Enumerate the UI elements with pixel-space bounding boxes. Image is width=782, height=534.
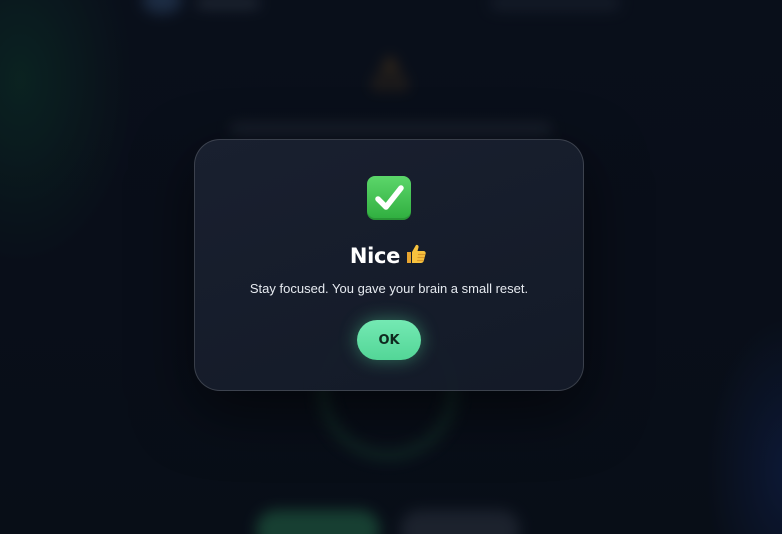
dialog-message: Stay focused. You gave your brain a smal… (249, 281, 529, 296)
thumbs-up-icon (404, 242, 428, 272)
dialog-title-text: Nice (349, 244, 401, 268)
ok-button[interactable]: OK (357, 320, 421, 360)
dialog-title: Nice (195, 242, 583, 272)
confirmation-dialog: Nice Stay focused. You gave your brain a… (194, 139, 584, 391)
check-mark-button-icon (367, 176, 411, 220)
